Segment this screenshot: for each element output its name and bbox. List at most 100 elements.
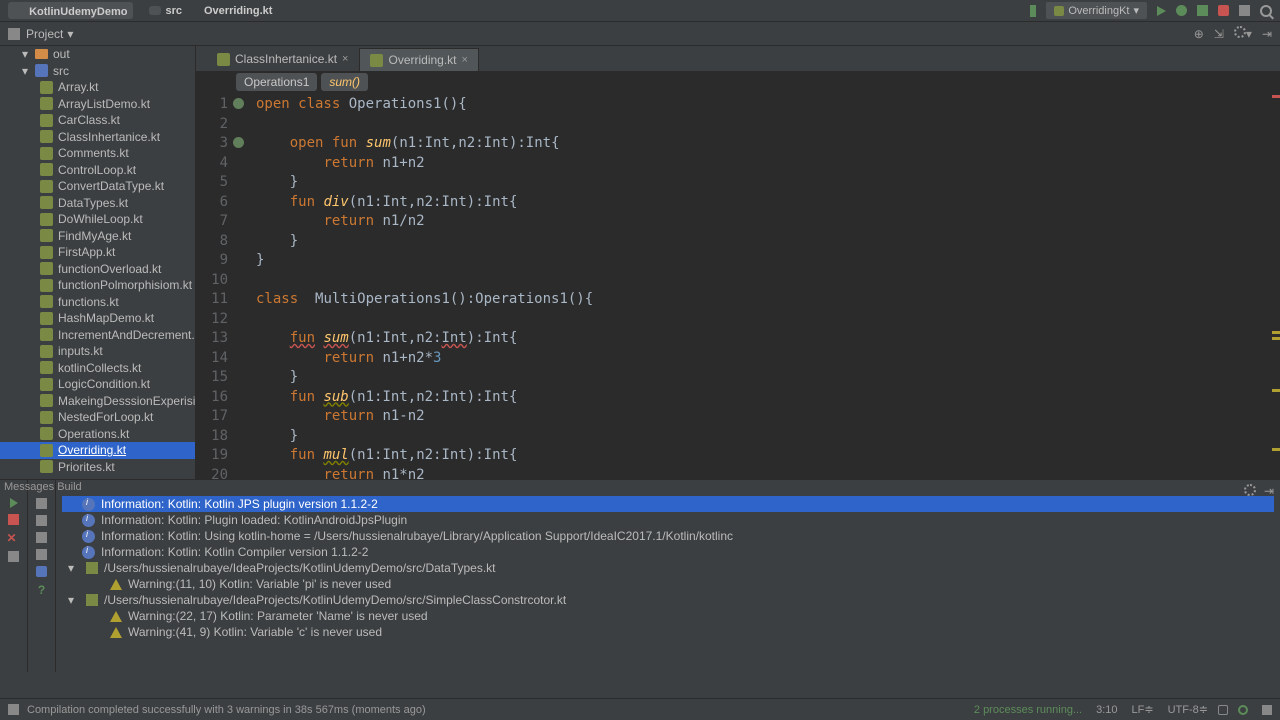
help-icon[interactable]: ? <box>38 583 45 597</box>
project-tree[interactable]: ▾out▾srcArray.ktArrayListDemo.ktCarClass… <box>0 46 196 479</box>
collapse-icon[interactable]: ⇲ <box>1214 27 1224 41</box>
filter-icon[interactable] <box>36 566 47 577</box>
run-config[interactable]: OverridingKt ▾ <box>1046 2 1147 19</box>
build-icon[interactable] <box>1030 5 1036 17</box>
tree-item[interactable]: FindMyAge.kt <box>0 228 195 245</box>
message-row[interactable]: Warning:(41, 9) Kotlin: Variable 'c' is … <box>62 624 1274 640</box>
kfile-icon <box>40 328 53 341</box>
kfile-icon <box>40 196 53 209</box>
messages-title[interactable]: Messages Build <box>4 481 82 493</box>
breadcrumb-project[interactable]: KotlinUdemyDemo <box>8 2 133 19</box>
kfile-icon <box>40 444 53 457</box>
messages-hide-icon[interactable]: ⇥ <box>1264 484 1274 498</box>
breadcrumb-file[interactable]: Overriding.kt <box>198 4 278 18</box>
status-processes[interactable]: 2 processes running... <box>974 704 1082 716</box>
stop-build-icon[interactable] <box>8 514 19 525</box>
tree-item[interactable]: ▾out <box>0 46 195 63</box>
project-view-icon[interactable] <box>8 28 20 40</box>
tree-item[interactable]: Array.kt <box>0 79 195 96</box>
messages-gear-icon[interactable] <box>1244 484 1256 496</box>
tree-item[interactable]: LogicCondition.kt <box>0 376 195 393</box>
autoscroll-icon[interactable] <box>36 532 47 543</box>
code-area[interactable]: open class Operations1(){ open fun sum(n… <box>246 93 1280 479</box>
tree-item[interactable]: ArrayListDemo.kt <box>0 96 195 113</box>
hide-icon[interactable]: ⇥ <box>1262 27 1272 41</box>
lock-icon[interactable] <box>1218 705 1228 715</box>
pin-icon[interactable] <box>8 551 19 562</box>
mod-icon <box>35 64 48 77</box>
status-position[interactable]: 3:10 <box>1096 704 1117 716</box>
close-icon[interactable]: × <box>462 54 468 66</box>
tree-item[interactable]: functionPolmorphisiom.kt <box>0 277 195 294</box>
scroll-from-icon[interactable]: ⊕ <box>1194 27 1204 41</box>
messages-toolbar-1: ✕ <box>0 480 28 672</box>
error-stripe[interactable] <box>1270 93 1280 479</box>
coverage-icon[interactable] <box>1197 5 1208 16</box>
structure-icon[interactable] <box>1239 5 1250 16</box>
close-icon[interactable]: × <box>342 53 348 65</box>
breadcrumb-function[interactable]: sum() <box>321 73 368 91</box>
debug-icon[interactable] <box>1176 5 1187 16</box>
status-encoding[interactable]: UTF-8≑ <box>1168 703 1208 716</box>
status-line-sep[interactable]: LF≑ <box>1132 703 1154 716</box>
editor-tab[interactable]: Overriding.kt× <box>359 48 478 71</box>
message-row[interactable]: Information: Kotlin: Plugin loaded: Kotl… <box>62 512 1274 528</box>
kotlin-file-icon <box>217 53 230 66</box>
tree-item[interactable]: ConvertDataType.kt <box>0 178 195 195</box>
run-icon[interactable] <box>1157 6 1166 16</box>
message-row[interactable]: ▾/Users/hussienalrubaye/IdeaProjects/Kot… <box>62 592 1274 608</box>
tree-item[interactable]: Overriding.kt <box>0 442 195 459</box>
collapse-all-icon[interactable] <box>36 515 47 526</box>
message-row[interactable]: Warning:(22, 17) Kotlin: Parameter 'Name… <box>62 608 1274 624</box>
tree-item[interactable]: DataTypes.kt <box>0 195 195 212</box>
notification-icon[interactable] <box>1262 705 1272 715</box>
status-bar: Compilation completed successfully with … <box>0 698 1280 720</box>
gutter[interactable]: 123456789101112131415161718192021 <box>196 93 246 479</box>
tree-item[interactable]: IncrementAndDecrement.k <box>0 327 195 344</box>
expand-all-icon[interactable] <box>36 498 47 509</box>
stop-icon[interactable] <box>1218 5 1229 16</box>
message-row[interactable]: Information: Kotlin: Kotlin JPS plugin v… <box>62 496 1274 512</box>
inspection-icon[interactable] <box>1238 705 1248 715</box>
tree-item[interactable]: Operations.kt <box>0 426 195 443</box>
status-toolwindows-icon[interactable] <box>8 704 19 715</box>
tree-item[interactable]: ControlLoop.kt <box>0 162 195 179</box>
warning-icon <box>110 611 122 622</box>
close-messages-icon[interactable]: ✕ <box>7 531 21 545</box>
message-row[interactable]: Information: Kotlin: Using kotlin-home =… <box>62 528 1274 544</box>
tree-item[interactable]: ClassInhertanice.kt <box>0 129 195 146</box>
message-row[interactable]: Information: Kotlin: Kotlin Compiler ver… <box>62 544 1274 560</box>
tree-item[interactable]: functions.kt <box>0 294 195 311</box>
rerun-icon[interactable] <box>10 498 18 508</box>
fold-icon <box>35 49 48 59</box>
info-icon <box>82 498 95 511</box>
export-icon[interactable] <box>36 549 47 560</box>
message-row[interactable]: ▾/Users/hussienalrubaye/IdeaProjects/Kot… <box>62 560 1274 576</box>
override-gutter-icon[interactable] <box>233 98 244 109</box>
code-editor[interactable]: 123456789101112131415161718192021 open c… <box>196 93 1280 479</box>
message-row[interactable]: Warning:(11, 10) Kotlin: Variable 'pi' i… <box>62 576 1274 592</box>
tree-item[interactable]: kotlinCollects.kt <box>0 360 195 377</box>
tree-item[interactable]: NestedForLoop.kt <box>0 409 195 426</box>
tree-item[interactable]: MakeingDesssionExperisi <box>0 393 195 410</box>
breadcrumb-class[interactable]: Operations1 <box>236 73 317 91</box>
tree-item[interactable]: HashMapDemo.kt <box>0 310 195 327</box>
kfile-icon <box>40 97 53 110</box>
tree-item[interactable]: DoWhileLoop.kt <box>0 211 195 228</box>
breadcrumb-folder[interactable]: src <box>143 4 188 18</box>
gear-icon[interactable]: ▾ <box>1234 26 1252 41</box>
search-icon[interactable] <box>1260 5 1272 17</box>
tree-item[interactable]: FirstApp.kt <box>0 244 195 261</box>
project-label[interactable]: Project <box>26 27 63 41</box>
tree-item[interactable]: CarClass.kt <box>0 112 195 129</box>
tree-item[interactable]: inputs.kt <box>0 343 195 360</box>
tree-item[interactable]: ▾src <box>0 63 195 80</box>
tree-item[interactable]: Comments.kt <box>0 145 195 162</box>
tree-item[interactable]: Priorites.kt <box>0 459 195 476</box>
override-gutter-icon[interactable] <box>233 137 244 148</box>
messages-list[interactable]: Information: Kotlin: Kotlin JPS plugin v… <box>56 480 1280 672</box>
editor-tab[interactable]: ClassInhertanice.kt× <box>206 47 359 71</box>
kfile-icon <box>40 246 53 259</box>
tree-item[interactable]: functionOverload.kt <box>0 261 195 278</box>
kotlin-file-icon <box>370 54 383 67</box>
